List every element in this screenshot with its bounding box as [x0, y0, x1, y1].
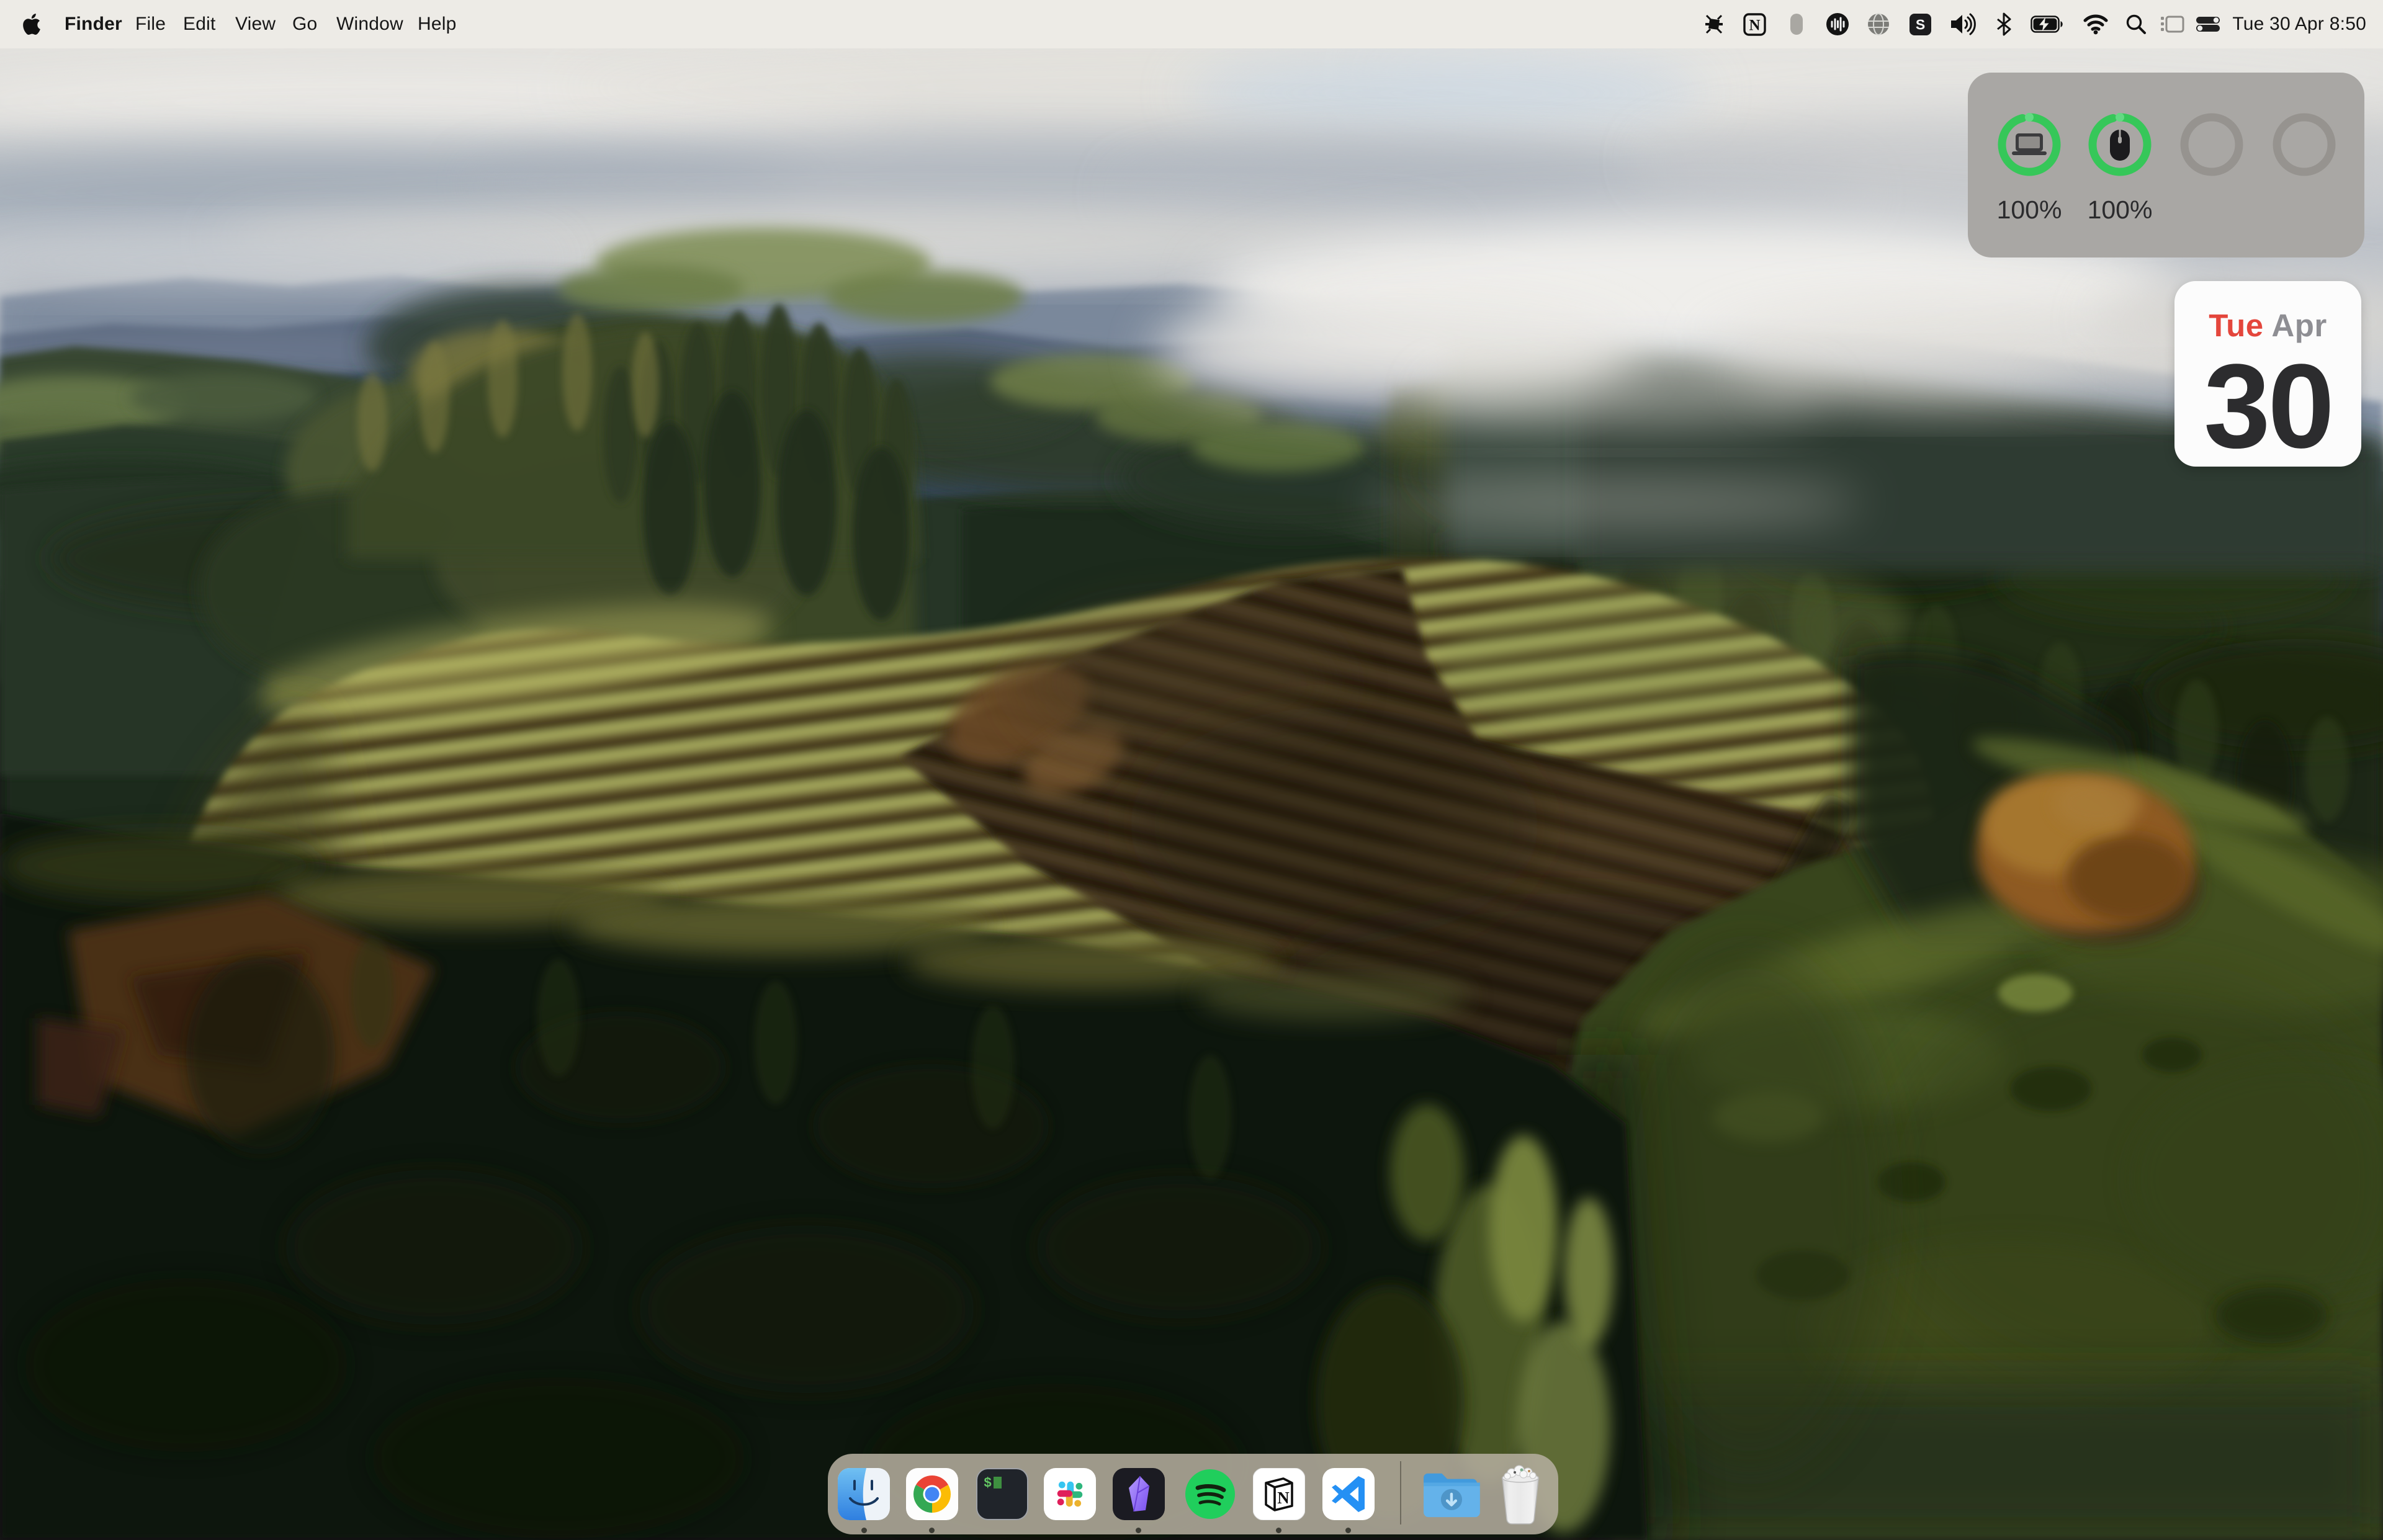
svg-text:N: N — [1749, 17, 1760, 34]
svg-text:$: $ — [984, 1475, 992, 1491]
svg-text:S: S — [1916, 16, 1925, 32]
svg-text:N: N — [1277, 1489, 1290, 1507]
